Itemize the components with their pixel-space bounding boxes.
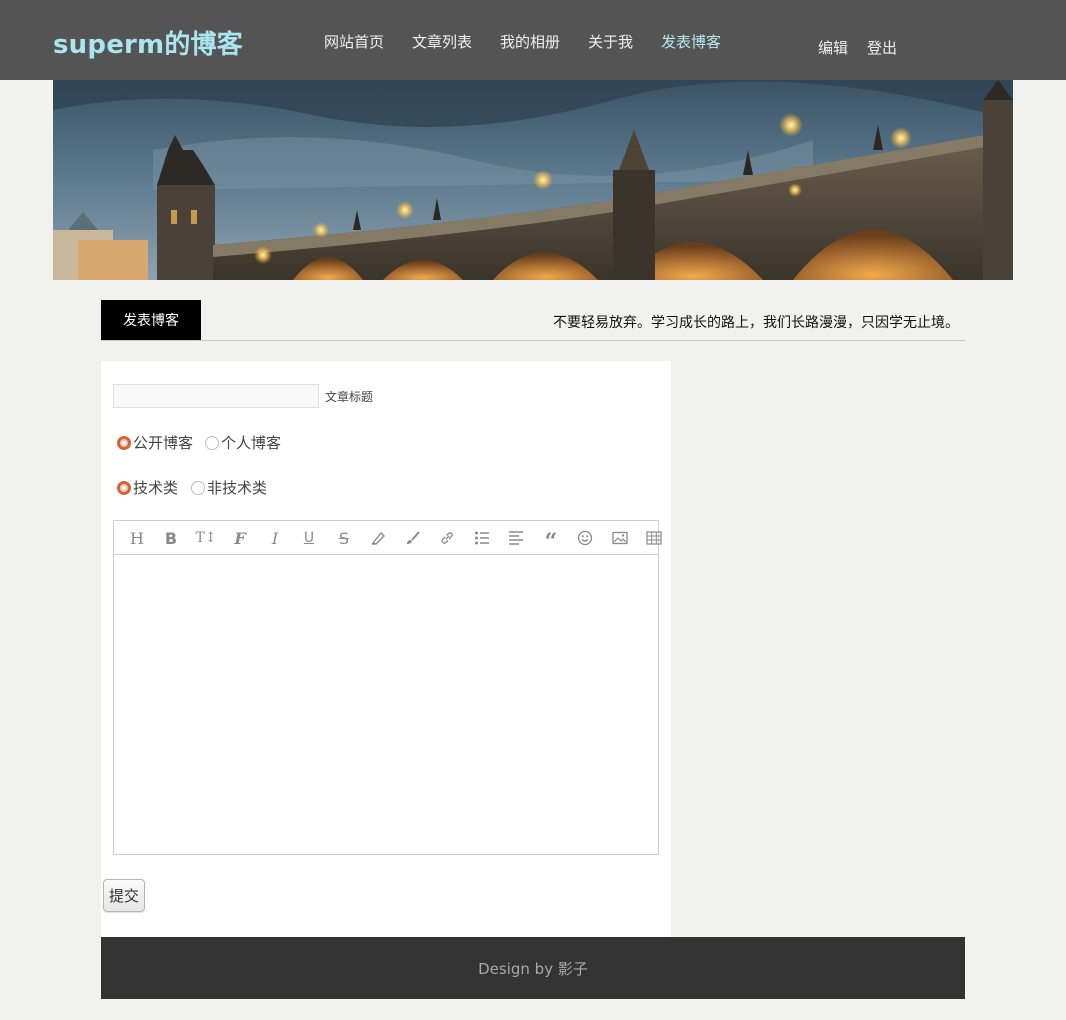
quote-icon[interactable]: “ [540, 529, 562, 555]
image-icon[interactable] [609, 529, 631, 547]
radio-non-technical-label: 非技术类 [207, 479, 268, 497]
radio-public-indicator[interactable] [117, 435, 131, 450]
nav-item-post-blog[interactable]: 发表博客 [661, 31, 721, 52]
radio-technical-indicator[interactable] [117, 480, 131, 495]
highlighter-icon[interactable] [367, 529, 389, 547]
radio-public[interactable]: 公开博客 [117, 432, 193, 453]
top-navigation-bar: superm的博客 网站首页 文章列表 我的相册 关于我 发表博客 编辑 登出 [0, 0, 1066, 80]
align-icon[interactable] [505, 529, 527, 547]
underline-icon[interactable]: U [298, 529, 320, 547]
radio-private[interactable]: 个人博客 [205, 432, 281, 453]
radio-technical[interactable]: 技术类 [117, 477, 178, 498]
edit-link[interactable]: 编辑 [818, 37, 848, 58]
emoji-icon[interactable] [574, 529, 596, 547]
nav-item-about[interactable]: 关于我 [588, 31, 633, 52]
italic-icon[interactable]: I [264, 529, 286, 548]
submit-button[interactable]: 提交 [103, 879, 145, 912]
bold-icon[interactable]: B [160, 529, 182, 548]
nav-item-home[interactable]: 网站首页 [324, 31, 384, 52]
radio-public-label: 公开博客 [133, 434, 194, 452]
editor-content-area[interactable] [114, 555, 658, 854]
nav-item-album[interactable]: 我的相册 [500, 31, 560, 52]
section-tab-post-blog: 发表博客 [101, 300, 201, 340]
footer: Design by 影子 [101, 937, 965, 999]
footer-credit: Design by 影子 [478, 959, 588, 978]
post-form-panel: 文章标题 公开博客 个人博客 技术类 非技术类 H B T↕ F I U S “… [101, 361, 671, 937]
heading-icon[interactable]: H [126, 529, 148, 548]
nav-item-articles[interactable]: 文章列表 [412, 31, 472, 52]
main-nav: 网站首页 文章列表 我的相册 关于我 发表博客 [0, 31, 1066, 53]
title-input[interactable] [113, 384, 319, 408]
list-icon[interactable] [471, 529, 493, 547]
motto-text: 不要轻易放弃。学习成长的路上，我们长路漫漫，只因学无止境。 [553, 315, 959, 331]
brush-icon[interactable] [402, 529, 424, 547]
radio-private-label: 个人博客 [221, 434, 282, 452]
radio-non-technical[interactable]: 非技术类 [191, 477, 267, 498]
link-icon[interactable] [436, 529, 458, 547]
font-icon[interactable]: F [229, 529, 251, 548]
section-header: 发表博客 不要轻易放弃。学习成长的路上，我们长路漫漫，只因学无止境。 [101, 300, 965, 341]
title-label: 文章标题 [325, 390, 374, 404]
strikethrough-icon[interactable]: S [333, 529, 355, 548]
logout-link[interactable]: 登出 [867, 37, 897, 58]
text-size-icon[interactable]: T↕ [195, 529, 217, 547]
radio-non-technical-indicator[interactable] [191, 480, 205, 495]
banner-image [53, 80, 1013, 280]
radio-technical-label: 技术类 [133, 479, 179, 497]
table-icon[interactable] [643, 529, 665, 547]
markdown-editor: H B T↕ F I U S “ [113, 520, 662, 855]
editor-toolbar: H B T↕ F I U S “ [114, 521, 662, 555]
radio-private-indicator[interactable] [205, 435, 219, 450]
